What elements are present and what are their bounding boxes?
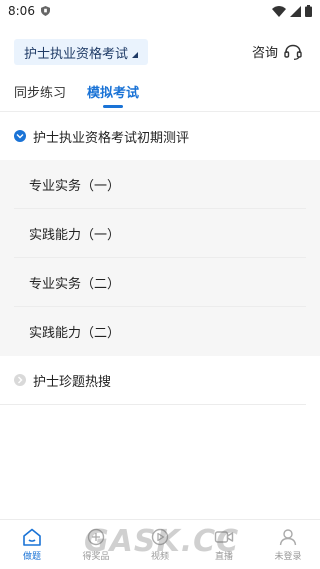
wifi-icon [272, 5, 286, 17]
nav-label: 做题 [22, 551, 41, 562]
list-item[interactable]: 专业实务（一） [14, 160, 306, 209]
home-icon [23, 528, 41, 546]
nav-item-practice[interactable]: 做题 [0, 520, 64, 569]
nav-item-account[interactable]: 未登录 [256, 520, 320, 569]
user-icon [279, 528, 297, 545]
status-time: 8:06 [8, 4, 35, 18]
dropdown-triangle-icon [132, 52, 139, 58]
list-item[interactable]: 专业实务（二） [14, 258, 306, 307]
section-header-initial-assessment[interactable]: 护士执业资格考试初期测评 [0, 112, 320, 160]
tab-sync-practice[interactable]: 同步练习 [14, 72, 66, 112]
battery-icon [305, 5, 312, 17]
tab-bar: 同步练习 模拟考试 [0, 72, 320, 112]
list-item[interactable]: 实践能力（一） [14, 209, 306, 258]
section-initial-assessment: 护士执业资格考试初期测评 专业实务（一） 实践能力（一） 专业实务（二） 实践能… [0, 112, 320, 356]
section-title: 护士珍题热搜 [33, 374, 112, 390]
status-bar: 8:06 [0, 0, 320, 22]
exam-selector-label: 护士执业资格考试 [24, 46, 129, 62]
section-hot-questions: 护士珍题热搜 [0, 356, 306, 405]
header: 护士执业资格考试 咨询 [0, 22, 320, 72]
signal-icon [290, 5, 301, 17]
sub-list: 专业实务（一） 实践能力（一） 专业实务（二） 实践能力（二） [0, 160, 320, 356]
watermark-text: GASK.CC [84, 524, 240, 559]
headset-icon [284, 44, 302, 60]
chevron-down-icon [14, 130, 26, 142]
tab-mock-exam[interactable]: 模拟考试 [87, 72, 139, 112]
consult-button[interactable]: 咨询 [252, 42, 302, 61]
list-item[interactable]: 实践能力（二） [14, 307, 306, 356]
exam-selector-dropdown[interactable]: 护士执业资格考试 [14, 39, 149, 65]
section-header-hot-questions[interactable]: 护士珍题热搜 [0, 356, 306, 404]
shield-icon [40, 6, 50, 16]
section-title: 护士执业资格考试初期测评 [33, 130, 190, 146]
chevron-right-icon [14, 374, 26, 386]
nav-label: 未登录 [274, 551, 302, 562]
consult-label: 咨询 [251, 46, 278, 61]
